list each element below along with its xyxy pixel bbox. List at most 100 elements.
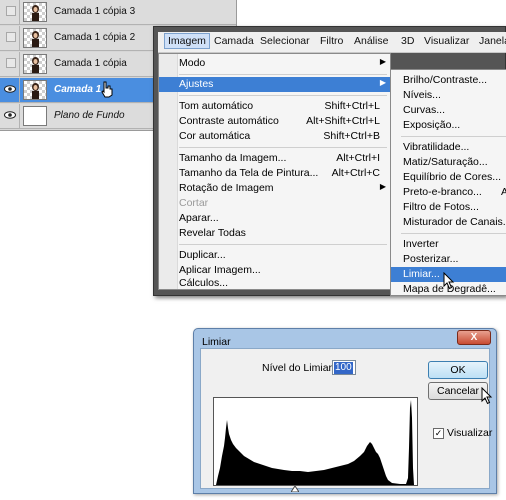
submenu-item-vibratilidade[interactable]: Vibratilidade... [391,140,506,155]
menu-item-modo[interactable]: Modo ▶ [159,56,390,71]
menu-item-label: Tamanho da Imagem... [179,152,287,164]
arrow-cursor-icon [443,272,455,290]
menu-item-label: Matiz/Saturação... [403,156,488,168]
histogram-graph [216,400,414,485]
visibility-empty-icon [6,6,16,16]
menu-separator [179,95,387,96]
submenu-item-equilibrio-cores[interactable]: Equilíbrio de Cores... [391,170,506,185]
menu-item-label: Limiar... [403,268,440,280]
visibility-toggle[interactable] [1,104,20,128]
menu-item-rotacao[interactable]: Rotação de Imagem ▶ [159,181,390,196]
menu-imagem[interactable]: Imagem [164,33,210,49]
hand-cursor-icon [101,81,113,98]
layer-thumbnail [23,2,47,22]
menu-item-tamanho-imagem[interactable]: Tamanho da Imagem... Alt+Ctrl+I [159,151,390,166]
layer-name: Camada 1 cópia 2 [54,32,136,43]
menu-item-tom-automatico[interactable]: Tom automático Shift+Ctrl+L [159,99,390,114]
threshold-slider-handle[interactable] [291,486,299,492]
submenu-item-preto-e-branco[interactable]: Preto-e-branco... A [391,185,506,200]
menu-item-shortcut: Shift+Ctrl+L [324,100,380,112]
submenu-item-posterizar[interactable]: Posterizar... [391,252,506,267]
limiar-dialog: Limiar X Nível do Limiar: 100 OK Cancela… [193,328,497,494]
submenu-item-brilho-contraste[interactable]: Brilho/Contraste... [391,73,506,88]
menu-item-label: Cortar [179,197,209,209]
visibility-toggle[interactable] [1,26,20,50]
menu-3d[interactable]: 3D [401,35,414,47]
menu-item-shortcut: Alt+Ctrl+I [336,152,380,164]
layer-name: Plano de Fundo [54,110,125,121]
imagem-menu: Modo ▶ Ajustes ▶ Tom automático Shift+Ct… [158,53,391,290]
menu-item-label: Níveis... [403,89,441,101]
visibility-empty-icon [6,58,16,68]
menu-item-label: Inverter [403,238,439,250]
arrow-cursor-icon [481,387,493,405]
person-icon [32,83,39,99]
submenu-item-inverter[interactable]: Inverter [391,237,506,252]
menu-item-label: Exposição... [403,119,461,131]
menu-item-calculos[interactable]: Cálculos... [159,276,390,291]
menu-item-label: Vibratilidade... [403,141,470,153]
menu-item-revelar-todas[interactable]: Revelar Todas [159,226,390,241]
submenu-item-exposicao[interactable]: Exposição... [391,118,506,133]
visibility-toggle[interactable] [1,52,20,76]
menu-item-label: Brilho/Contraste... [403,74,488,86]
menu-item-aparar[interactable]: Aparar... [159,211,390,226]
menu-selecionar[interactable]: Selecionar [260,35,310,47]
menu-item-label: Ajustes [179,78,214,90]
menu-separator [401,233,506,234]
threshold-level-value: 100 [334,362,353,374]
visibility-empty-icon [6,32,16,42]
menu-filtro[interactable]: Filtro [320,35,343,47]
preview-label: Visualizar [447,427,493,439]
menu-item-label: Equilíbrio de Cores... [403,171,502,183]
layer-thumbnail [23,28,47,48]
menu-separator [179,74,387,75]
submenu-arrow-icon: ▶ [379,78,386,87]
menu-item-label: Tamanho da Tela de Pintura... [179,167,319,179]
visibility-toggle[interactable] [1,78,20,102]
menu-item-ajustes[interactable]: Ajustes ▶ [159,77,390,92]
menu-item-tamanho-tela[interactable]: Tamanho da Tela de Pintura... Alt+Ctrl+C [159,166,390,181]
menu-separator [179,147,387,148]
menu-item-duplicar[interactable]: Duplicar... [159,248,390,263]
close-button[interactable]: X [457,330,491,345]
eye-icon [4,85,16,93]
dialog-body: Nível do Limiar: 100 OK Cancelar ✓ Visua… [200,348,493,492]
menu-item-label: Cor automática [179,130,251,142]
dialog-title: Limiar [202,336,231,348]
menu-item-label: Aparar... [179,212,219,224]
menu-item-label: Misturador de Canais... [403,216,506,228]
menu-item-label: Filtro de Fotos... [403,201,479,213]
menu-item-contraste-automatico[interactable]: Contraste automático Alt+Shift+Ctrl+L [159,114,390,129]
menu-item-shortcut: A [501,186,506,198]
menu-item-label: Cálculos... [179,277,229,289]
ok-button[interactable]: OK [428,361,488,379]
menu-item-label: Tom automático [179,100,254,112]
menu-item-shortcut: Shift+Ctrl+B [323,130,380,142]
menu-visualizar[interactable]: Visualizar [424,35,469,47]
layer-thumbnail [23,106,47,126]
cancel-button[interactable]: Cancelar [428,382,488,400]
menu-janela[interactable]: Janela [479,35,506,47]
visibility-toggle[interactable] [1,0,20,24]
layer-row[interactable]: Camada 1 cópia 3 [0,0,236,25]
menu-item-label: Rotação de Imagem [179,182,274,194]
submenu-arrow-icon: ▶ [379,57,386,66]
submenu-item-niveis[interactable]: Níveis... [391,88,506,103]
layer-thumbnail [23,80,47,100]
menu-analise[interactable]: Análise [354,35,388,47]
submenu-item-matiz-saturacao[interactable]: Matiz/Saturação... [391,155,506,170]
menu-item-label: Posterizar... [403,253,459,265]
submenu-item-misturador-canais[interactable]: Misturador de Canais... [391,215,506,230]
layer-name: Camada 1 cópia [54,58,127,69]
person-icon [32,31,39,47]
menu-item-cortar: Cortar [159,196,390,211]
preview-checkbox[interactable]: ✓ [433,428,444,439]
threshold-level-input[interactable]: 100 [332,360,356,375]
submenu-item-filtro-fotos[interactable]: Filtro de Fotos... [391,200,506,215]
menu-item-label: Curvas... [403,104,446,116]
submenu-item-curvas[interactable]: Curvas... [391,103,506,118]
menu-separator [401,136,506,137]
menu-camada[interactable]: Camada [214,35,254,47]
menu-item-cor-automatica[interactable]: Cor automática Shift+Ctrl+B [159,129,390,144]
